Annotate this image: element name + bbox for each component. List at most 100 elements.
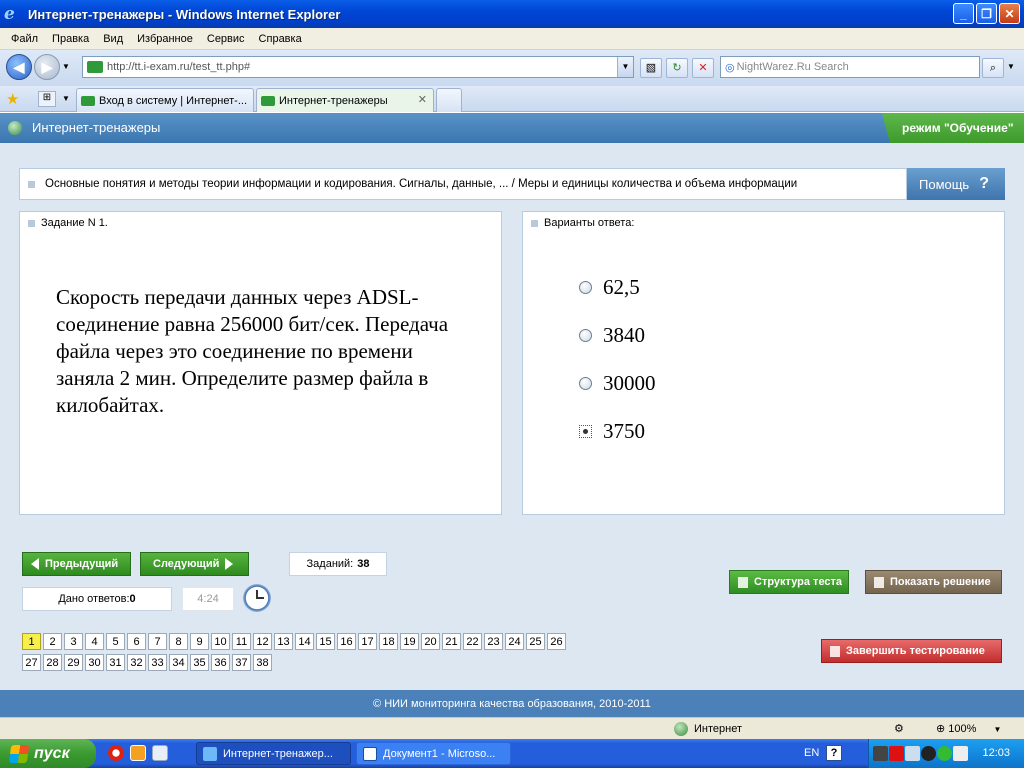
task-number-button[interactable]: 23 (484, 633, 503, 650)
menu-edit[interactable]: Правка (52, 33, 89, 45)
task-number-button[interactable]: 15 (316, 633, 335, 650)
antivirus-icon[interactable] (889, 746, 904, 761)
tab-trainers[interactable]: Интернет-тренажеры ✕ (256, 88, 434, 112)
task-number-button[interactable]: 25 (526, 633, 545, 650)
opera-icon[interactable] (108, 745, 124, 761)
task-number-button[interactable]: 3 (64, 633, 83, 650)
search-input[interactable]: ◎ NightWarez.Ru Search (720, 56, 980, 78)
answer-radio-selected[interactable] (579, 425, 592, 438)
task-number-button[interactable]: 6 (127, 633, 146, 650)
taskbar-item-word[interactable]: Документ1 - Microso... (356, 742, 511, 765)
tab-close-icon[interactable]: ✕ (418, 93, 427, 106)
task-number-button[interactable]: 4 (85, 633, 104, 650)
windows-logo-icon (8, 744, 30, 763)
answer-option[interactable]: 3750 (579, 419, 645, 444)
volume-icon[interactable] (905, 746, 920, 761)
search-options-icon[interactable]: ▼ (1007, 62, 1015, 71)
task-number-button[interactable]: 8 (169, 633, 188, 650)
task-number-button[interactable]: 38 (253, 654, 272, 671)
stop-button[interactable]: ✕ (692, 58, 714, 78)
address-bar[interactable]: http://tt.i-exam.ru/test_tt.php# ▼ (82, 56, 634, 78)
task-number-button[interactable]: 31 (106, 654, 125, 671)
tab-list-dropdown-icon[interactable]: ▼ (62, 94, 70, 103)
refresh-button[interactable]: ↻ (666, 58, 688, 78)
history-dropdown-icon[interactable]: ▼ (62, 62, 70, 71)
finish-test-button[interactable]: Завершить тестирование (821, 639, 1002, 663)
back-button[interactable]: ◀ (6, 54, 32, 80)
task-number-button[interactable]: 33 (148, 654, 167, 671)
help-button[interactable]: Помощь ? (907, 168, 1005, 200)
window-title-bar[interactable]: e Интернет-тренажеры - Windows Internet … (0, 0, 1024, 28)
new-tab-button[interactable] (436, 88, 462, 112)
task-number-button[interactable]: 13 (274, 633, 293, 650)
task-number-button[interactable]: 36 (211, 654, 230, 671)
menu-help[interactable]: Справка (259, 33, 302, 45)
task-number-button[interactable]: 16 (337, 633, 356, 650)
task-number-button[interactable]: 19 (400, 633, 419, 650)
answer-option[interactable]: 3840 (579, 323, 645, 348)
test-structure-button[interactable]: Структура теста (729, 570, 849, 594)
quick-tabs-icon[interactable]: ⊞ (38, 91, 56, 107)
favorites-star-icon[interactable]: ★ (6, 90, 19, 108)
language-indicator[interactable]: EN (804, 747, 819, 759)
menu-view[interactable]: Вид (103, 33, 123, 45)
task-number-button[interactable]: 30 (85, 654, 104, 671)
minimize-button[interactable]: _ (953, 3, 974, 24)
help-tray-icon[interactable]: ? (826, 745, 842, 761)
tray-app-icon[interactable] (937, 746, 952, 761)
close-button[interactable]: ✕ (999, 3, 1020, 24)
answer-radio[interactable] (579, 329, 592, 342)
show-solution-button[interactable]: Показать решение (865, 570, 1002, 594)
show-desktop-icon[interactable] (152, 745, 168, 761)
menu-favorites[interactable]: Избранное (137, 33, 193, 45)
task-number-button[interactable]: 26 (547, 633, 566, 650)
task-number-button[interactable]: 21 (442, 633, 461, 650)
tray-app-icon[interactable] (953, 746, 968, 761)
task-number-button[interactable]: 2 (43, 633, 62, 650)
answer-radio[interactable] (579, 281, 592, 294)
next-button[interactable]: Следующий (140, 552, 249, 576)
task-number-button[interactable]: 20 (421, 633, 440, 650)
task-number-button[interactable]: 29 (64, 654, 83, 671)
zoom-control[interactable]: ⊕ 100% ▼ (936, 722, 1001, 735)
previous-button[interactable]: Предыдущий (22, 552, 131, 576)
task-number-button[interactable]: 10 (211, 633, 230, 650)
answer-radio[interactable] (579, 377, 592, 390)
task-number-button[interactable]: 17 (358, 633, 377, 650)
answer-option[interactable]: 30000 (579, 371, 656, 396)
search-button[interactable]: ⌕ (982, 58, 1004, 78)
quicklaunch-icon[interactable] (130, 745, 146, 761)
task-number-button[interactable]: 34 (169, 654, 188, 671)
protected-mode-icon[interactable]: ⚙ (894, 722, 904, 735)
task-number-button[interactable]: 22 (463, 633, 482, 650)
task-number-button[interactable]: 35 (190, 654, 209, 671)
bullet-icon (28, 219, 35, 227)
task-number-button[interactable]: 11 (232, 633, 251, 650)
tray-app-icon[interactable] (921, 746, 936, 761)
maximize-button[interactable]: ❐ (976, 3, 997, 24)
task-number-button[interactable]: 27 (22, 654, 41, 671)
zoom-dropdown-icon[interactable]: ▼ (993, 725, 1001, 734)
task-number-button[interactable]: 28 (43, 654, 62, 671)
tab-favicon-icon (81, 95, 95, 106)
task-number-button[interactable]: 9 (190, 633, 209, 650)
task-number-button[interactable]: 7 (148, 633, 167, 650)
compatibility-icon[interactable]: ▧ (640, 58, 662, 78)
answer-option[interactable]: 62,5 (579, 275, 640, 300)
forward-button[interactable]: ▶ (34, 54, 60, 80)
menu-file[interactable]: Файл (11, 33, 38, 45)
tray-app-icon[interactable] (873, 746, 888, 761)
task-number-button[interactable]: 12 (253, 633, 272, 650)
tab-login[interactable]: Вход в систему | Интернет-... (76, 88, 254, 112)
task-number-button[interactable]: 18 (379, 633, 398, 650)
address-dropdown-icon[interactable]: ▼ (617, 57, 633, 77)
menu-tools[interactable]: Сервис (207, 33, 245, 45)
task-number-button[interactable]: 5 (106, 633, 125, 650)
task-number-button[interactable]: 37 (232, 654, 251, 671)
task-number-button[interactable]: 1 (22, 633, 41, 650)
task-number-button[interactable]: 24 (505, 633, 524, 650)
task-number-button[interactable]: 14 (295, 633, 314, 650)
start-button[interactable]: пуск (0, 739, 96, 768)
task-number-button[interactable]: 32 (127, 654, 146, 671)
taskbar-item-ie[interactable]: Интернет-тренажер... (196, 742, 351, 765)
